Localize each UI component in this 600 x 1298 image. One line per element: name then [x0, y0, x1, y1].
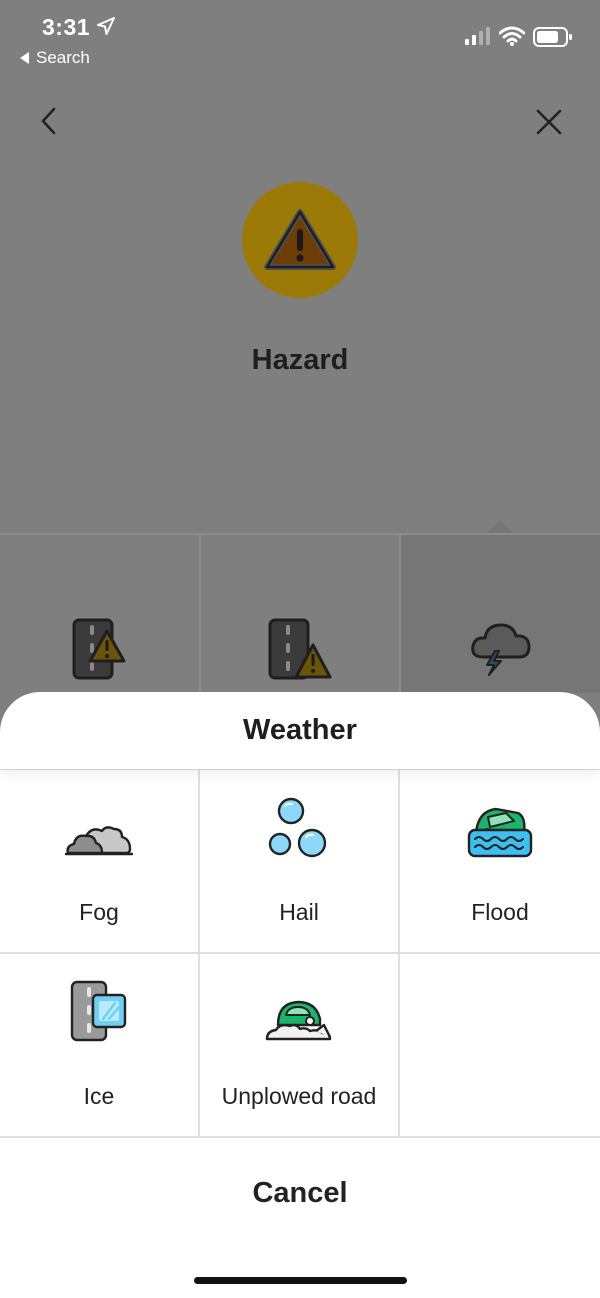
empty-cell — [400, 954, 600, 1138]
unplowed-road-icon — [265, 1000, 332, 1041]
shoulder-hazard-icon — [268, 618, 332, 680]
ice-icon — [70, 980, 127, 1042]
sheet-title: Weather — [243, 714, 357, 746]
category-weather[interactable] — [401, 533, 600, 693]
option-label: Unplowed road — [221, 1083, 377, 1109]
option-label: Flood — [471, 899, 529, 925]
weather-storm-icon — [470, 623, 531, 676]
back-app-label: Search — [36, 48, 90, 67]
sheet-header: Weather — [0, 692, 600, 769]
back-chevron-icon[interactable] — [36, 106, 62, 136]
option-flood[interactable]: Flood — [400, 770, 600, 954]
hail-icon — [268, 797, 327, 858]
status-time: 3:31 — [42, 14, 91, 40]
weather-bottom-sheet: Weather Fog Hail Flood Ice Unplowed road… — [0, 692, 600, 1298]
weather-options-grid: Fog Hail Flood Ice Unplowed road — [0, 769, 600, 1138]
status-bar: 3:31 Search — [0, 0, 600, 80]
category-shoulder-hazard[interactable] — [200, 533, 402, 693]
selected-pointer — [486, 520, 514, 534]
option-unplowed-road[interactable]: Unplowed road — [200, 954, 400, 1138]
option-ice[interactable]: Ice — [0, 954, 200, 1138]
cancel-button[interactable]: Cancel — [0, 1138, 600, 1248]
battery-icon — [533, 27, 572, 47]
option-hail[interactable]: Hail — [200, 770, 400, 954]
wifi-icon — [499, 26, 525, 46]
option-label: Fog — [79, 899, 119, 925]
option-fog[interactable]: Fog — [0, 770, 200, 954]
back-triangle-icon — [20, 52, 29, 64]
hazard-category-grid — [0, 533, 600, 693]
fog-icon — [64, 826, 134, 856]
option-label: Hail — [279, 899, 319, 925]
hazard-badge — [242, 182, 358, 298]
option-label: Ice — [83, 1083, 115, 1109]
page-title: Hazard — [251, 344, 349, 376]
warning-triangle-icon — [264, 209, 336, 270]
location-arrow-icon — [97, 17, 115, 35]
back-to-app-link[interactable]: Search — [20, 48, 90, 68]
cellular-signal-icon — [465, 27, 490, 45]
home-indicator[interactable] — [194, 1277, 407, 1284]
road-hazard-icon — [72, 618, 126, 680]
flood-icon — [467, 807, 533, 858]
category-road-hazard[interactable] — [0, 533, 201, 693]
close-icon[interactable] — [535, 108, 563, 136]
